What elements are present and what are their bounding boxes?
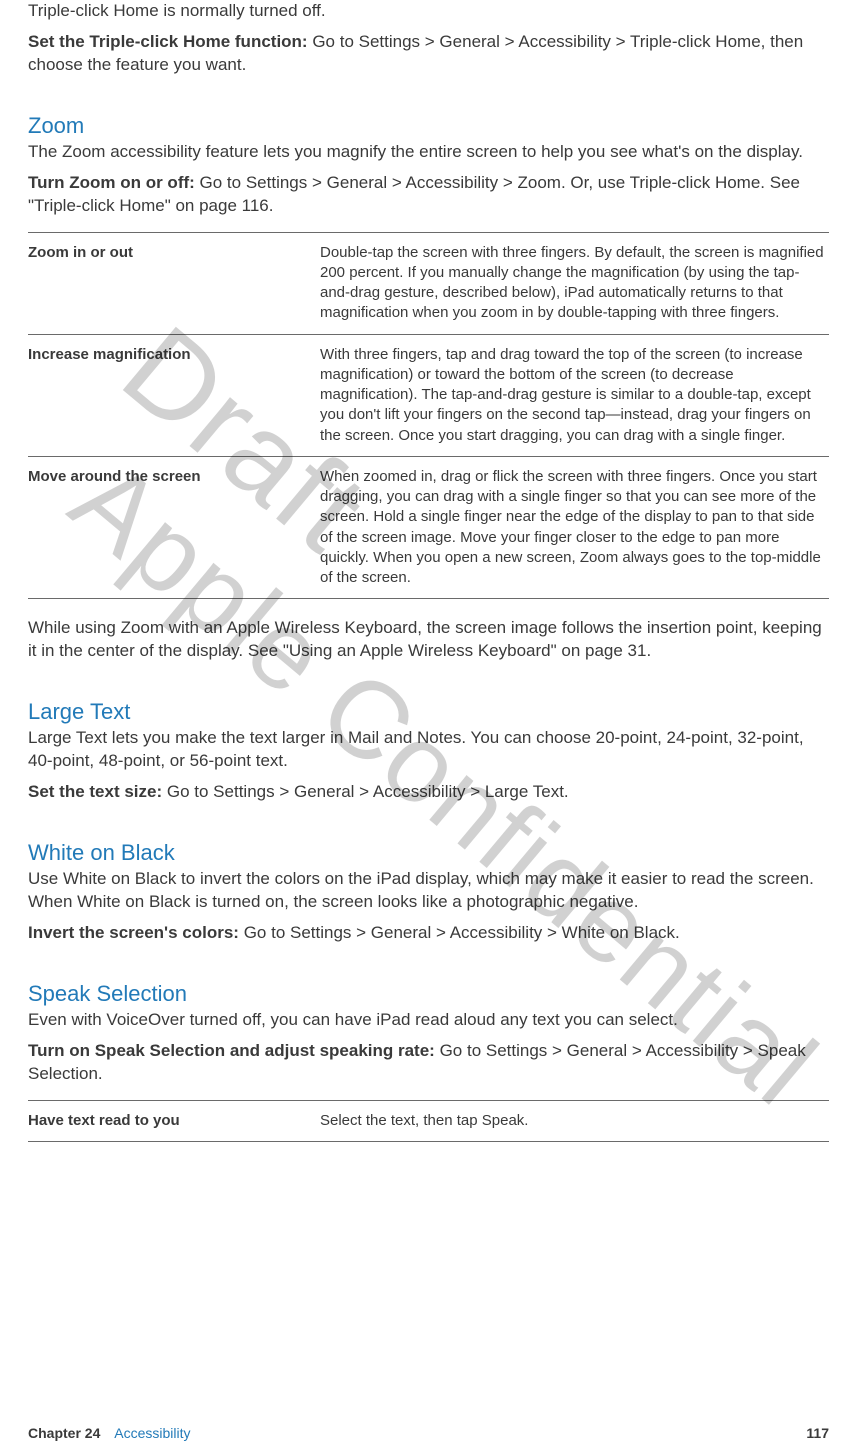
chapter-label: Chapter 24 xyxy=(28,1425,100,1441)
speak-selection-desc: Even with VoiceOver turned off, you can … xyxy=(28,1009,829,1032)
zoom-row2-label: Increase magnification xyxy=(28,334,320,456)
speak-row1-desc: Select the text, then tap Speak. xyxy=(320,1100,829,1141)
white-on-black-heading: White on Black xyxy=(28,840,829,866)
large-text-set-body: Go to Settings > General > Accessibility… xyxy=(162,782,569,801)
speak-row1-label: Have text read to you xyxy=(28,1100,320,1141)
large-text-set-lead: Set the text size: xyxy=(28,782,162,801)
zoom-row2-desc: With three fingers, tap and drag toward … xyxy=(320,334,829,456)
white-on-black-desc: Use White on Black to invert the colors … xyxy=(28,868,829,914)
zoom-after: While using Zoom with an Apple Wireless … xyxy=(28,617,829,663)
table-row: Have text read to you Select the text, t… xyxy=(28,1100,829,1141)
zoom-turn: Turn Zoom on or off: Go to Settings > Ge… xyxy=(28,172,829,218)
large-text-set: Set the text size: Go to Settings > Gene… xyxy=(28,781,829,804)
page-number: 117 xyxy=(806,1425,829,1441)
table-row: Move around the screen When zoomed in, d… xyxy=(28,456,829,599)
speak-selection-set: Turn on Speak Selection and adjust speak… xyxy=(28,1040,829,1086)
white-on-black-set: Invert the screen's colors: Go to Settin… xyxy=(28,922,829,945)
zoom-table: Zoom in or out Double-tap the screen wit… xyxy=(28,232,829,600)
speak-selection-table: Have text read to you Select the text, t… xyxy=(28,1100,829,1142)
large-text-desc: Large Text lets you make the text larger… xyxy=(28,727,829,773)
zoom-row1-desc: Double-tap the screen with three fingers… xyxy=(320,232,829,334)
zoom-heading: Zoom xyxy=(28,113,829,139)
table-row: Zoom in or out Double-tap the screen wit… xyxy=(28,232,829,334)
zoom-row3-label: Move around the screen xyxy=(28,456,320,599)
table-row: Increase magnification With three finger… xyxy=(28,334,829,456)
white-on-black-set-lead: Invert the screen's colors: xyxy=(28,923,239,942)
chapter-name: Accessibility xyxy=(114,1425,190,1441)
zoom-row3-desc: When zoomed in, drag or flick the screen… xyxy=(320,456,829,599)
zoom-desc: The Zoom accessibility feature lets you … xyxy=(28,141,829,164)
white-on-black-set-body: Go to Settings > General > Accessibility… xyxy=(239,923,680,942)
speak-selection-heading: Speak Selection xyxy=(28,981,829,1007)
large-text-heading: Large Text xyxy=(28,699,829,725)
speak-selection-set-lead: Turn on Speak Selection and adjust speak… xyxy=(28,1041,435,1060)
zoom-turn-lead: Turn Zoom on or off: xyxy=(28,173,195,192)
triple-click-status: Triple-click Home is normally turned off… xyxy=(28,0,829,23)
footer-left: Chapter 24 Accessibility xyxy=(28,1425,191,1441)
triple-click-set: Set the Triple-click Home function: Go t… xyxy=(28,31,829,77)
zoom-row1-label: Zoom in or out xyxy=(28,232,320,334)
page-footer: Chapter 24 Accessibility 117 xyxy=(28,1425,829,1441)
triple-click-set-lead: Set the Triple-click Home function: xyxy=(28,32,308,51)
